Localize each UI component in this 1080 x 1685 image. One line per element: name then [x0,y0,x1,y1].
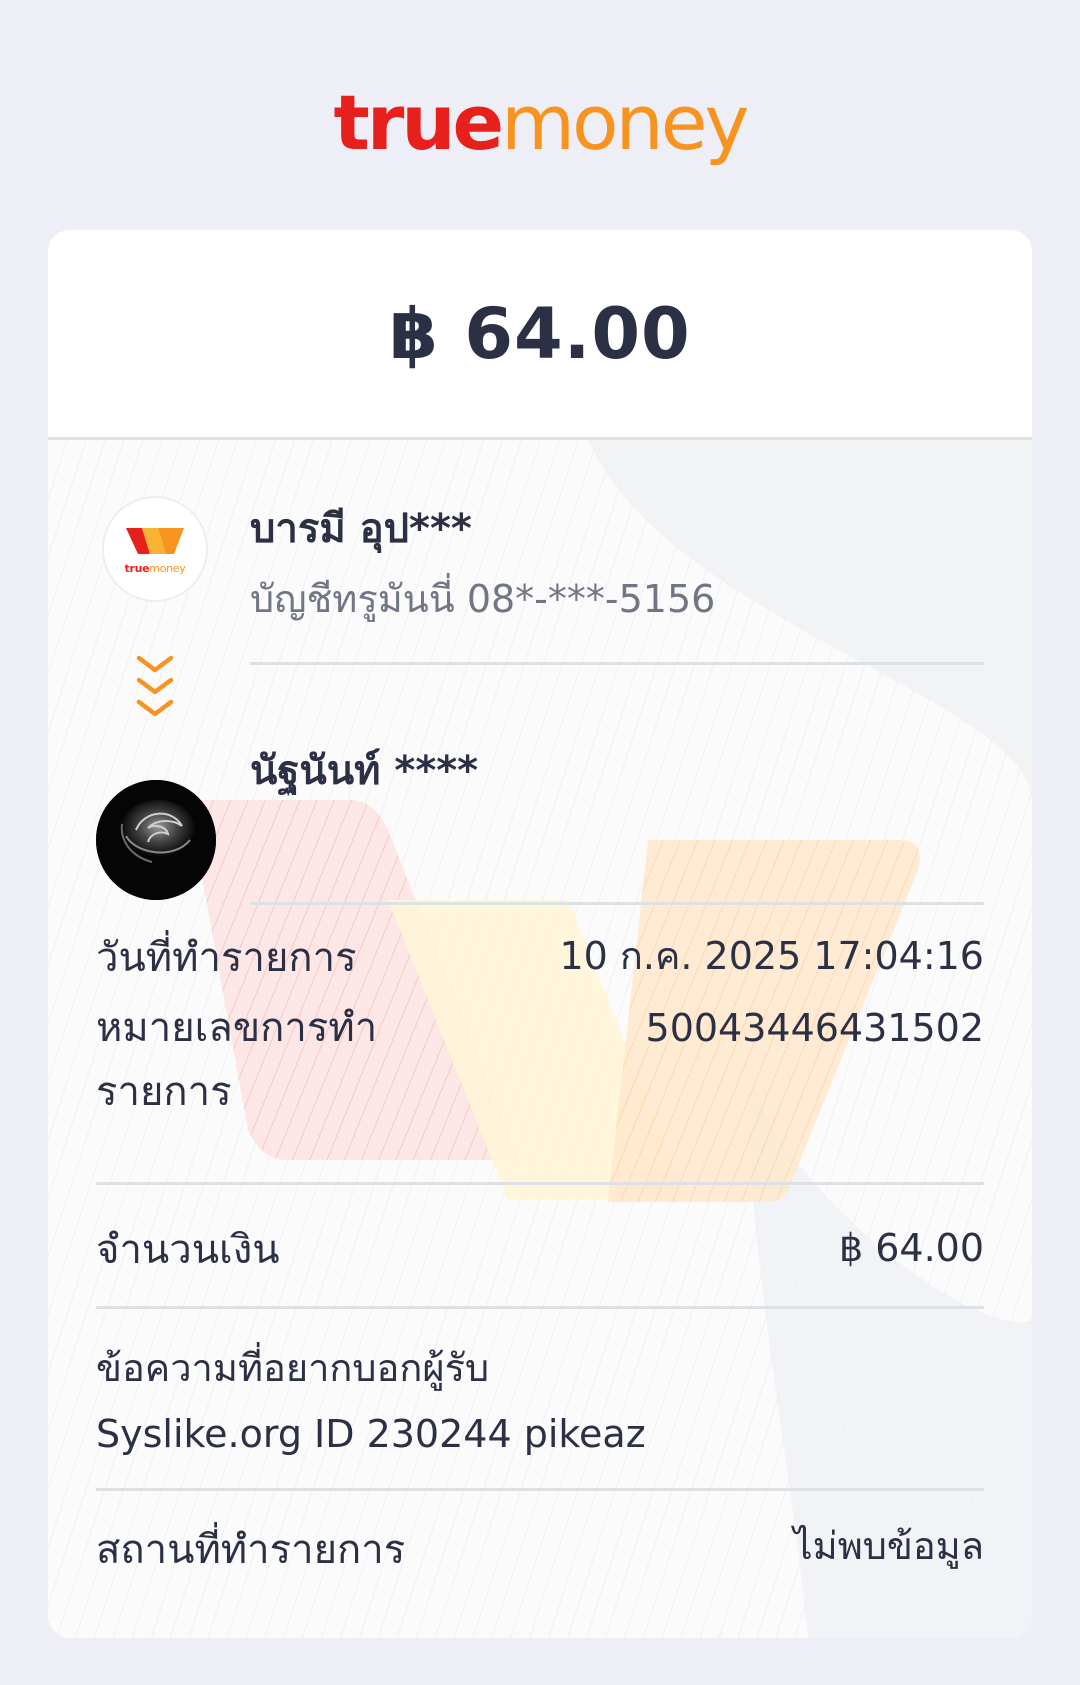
receipt-card: ฿ 64.00 truemoney บารมี อุป*** บัญชีทรูม… [48,230,1032,1638]
sender-avatar-brand: truemoney [124,561,186,575]
truemoney-logo: truemoney [0,78,1080,168]
truemoney-wallet-icon [126,527,184,554]
sender-name: บารมี อุป*** [250,506,472,552]
transaction-place-value: ไม่พบข้อมูล [793,1524,984,1568]
transaction-id-label: หมายเลขการทำรายการ [96,1005,378,1115]
rose-photo-icon [96,780,216,900]
transaction-place-label: สถานที่ทำรายการ [96,1527,406,1573]
divider [96,1182,984,1185]
amount-label: จำนวนเงิน [96,1227,280,1273]
message-value: Syslike.org ID 230244 pikeaz [96,1412,646,1456]
sender-account: บัญชีทรูมันนี่ 08*-***-5156 [250,577,716,621]
receipt-amount-header: ฿ 64.00 [48,230,1032,440]
message-label: ข้อความที่อยากบอกผู้รับ [96,1346,490,1390]
logo-money-text: money [501,78,749,167]
logo-true-text: true [333,78,504,167]
receipt-total-amount: ฿ 64.00 [389,292,691,375]
divider [250,902,984,905]
divider [96,1488,984,1491]
divider [96,1306,984,1309]
amount-value: ฿ 64.00 [838,1226,984,1270]
receiver-avatar [96,780,216,900]
sender-avatar: truemoney [102,496,208,602]
transaction-date-value: 10 ก.ค. 2025 17:04:16 [559,934,984,978]
transaction-date-label: วันที่ทำรายการ [96,935,357,981]
divider [250,662,984,665]
receiver-name: นัฐนันท์ **** [250,748,479,794]
receipt-details-body: truemoney บารมี อุป*** บัญชีทรูมันนี่ 08… [48,440,1032,1638]
double-chevron-down-icon [136,655,174,717]
transaction-id-value: 50043446431502 [645,1006,984,1050]
